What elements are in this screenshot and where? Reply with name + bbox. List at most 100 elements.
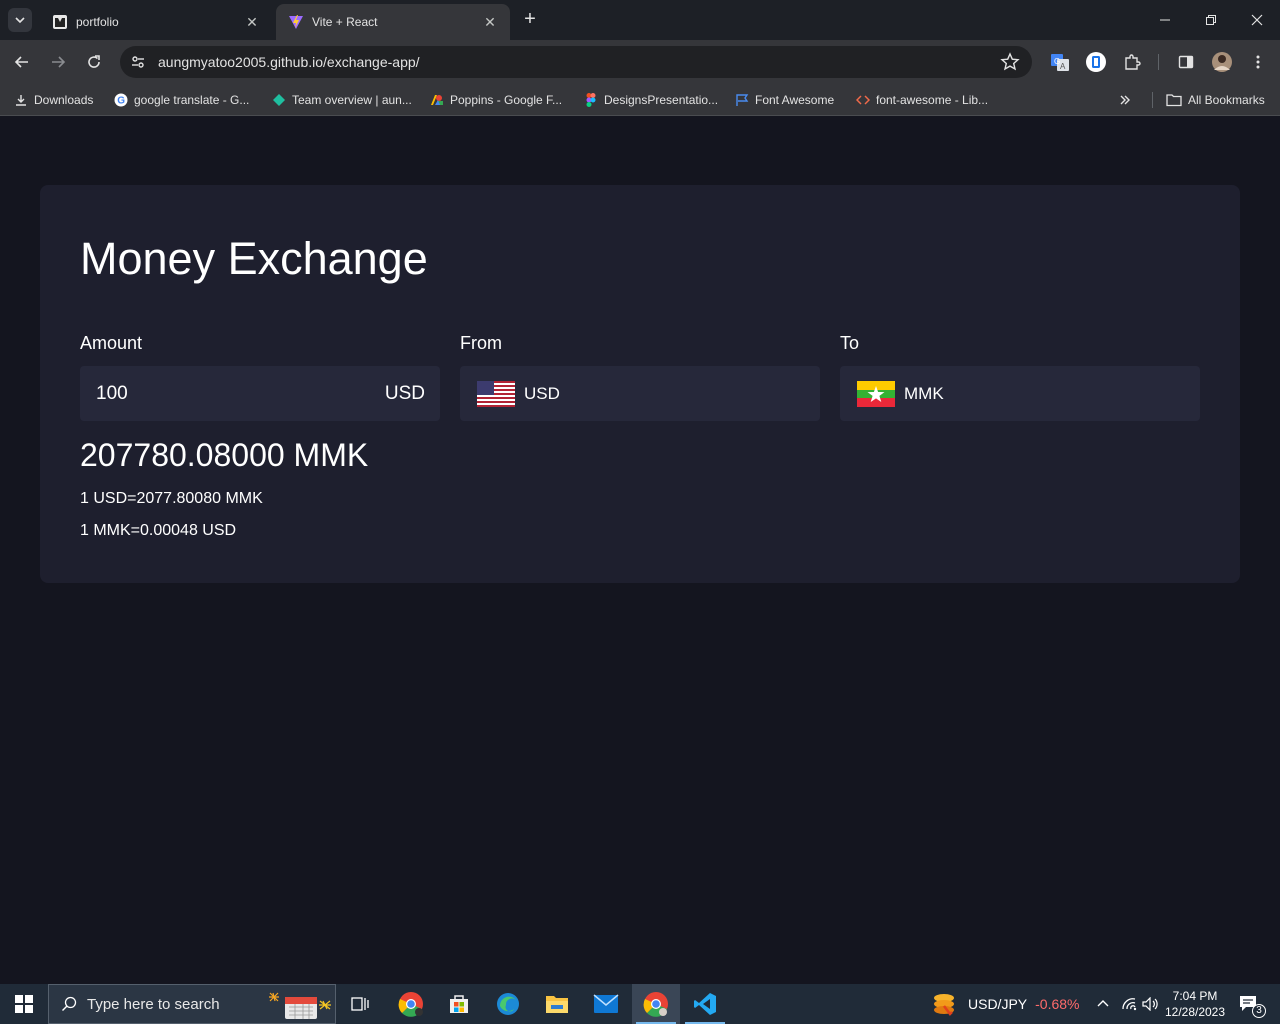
- notification-count-badge: 3: [1252, 1004, 1266, 1018]
- all-bookmarks-label: All Bookmarks: [1188, 93, 1265, 107]
- bookmark-poppins[interactable]: Poppins - Google F...: [430, 90, 562, 110]
- us-flag-icon: [477, 380, 515, 407]
- diamond-icon: [272, 93, 286, 107]
- stock-ticker-widget[interactable]: USD/JPY -0.68%: [930, 984, 1079, 1024]
- arrow-left-icon: [14, 56, 28, 68]
- clock-date: 12/28/2023: [1164, 1005, 1226, 1019]
- myanmar-flag-icon: [857, 380, 895, 407]
- bookmark-star-icon[interactable]: [1000, 52, 1020, 77]
- taskbar-edge[interactable]: [484, 984, 532, 1024]
- windows-taskbar: Type here to search USD/JPY -0.68% 7:04 …: [0, 984, 1280, 1024]
- bookmark-label: Downloads: [34, 93, 94, 107]
- chevron-up-icon: [1097, 1000, 1109, 1007]
- address-bar[interactable]: aungmyatoo2005.github.io/exchange-app/: [120, 46, 1032, 78]
- avatar: [1212, 52, 1232, 72]
- wifi-icon: [1122, 998, 1137, 1011]
- extension-button[interactable]: [1082, 48, 1110, 76]
- forward-button[interactable]: [44, 48, 72, 76]
- figma-icon: [584, 93, 598, 107]
- clock-time: 7:04 PM: [1172, 989, 1218, 1003]
- tab-title: portfolio: [76, 15, 119, 29]
- taskbar-microsoft-store[interactable]: [435, 984, 483, 1024]
- close-icon[interactable]: ✕: [482, 14, 498, 30]
- tab-search-button[interactable]: [8, 8, 32, 32]
- google-translate-extension[interactable]: GA: [1046, 48, 1074, 76]
- bookmark-label: Poppins - Google F...: [450, 93, 563, 107]
- bookmark-font-awesome[interactable]: Font Awesome: [735, 90, 834, 110]
- ticker-change: -0.68%: [1035, 996, 1080, 1012]
- amount-value[interactable]: 100: [96, 383, 385, 405]
- taskbar-search[interactable]: Type here to search: [48, 984, 336, 1024]
- bookmark-google-translate[interactable]: G google translate - G...: [114, 90, 249, 110]
- all-bookmarks-button[interactable]: All Bookmarks: [1166, 90, 1265, 110]
- folder-icon: [1166, 93, 1182, 107]
- start-button[interactable]: [0, 984, 48, 1024]
- double-chevron-right-icon: [1120, 95, 1130, 105]
- close-window-button[interactable]: [1234, 0, 1280, 40]
- close-icon[interactable]: ✕: [244, 14, 260, 30]
- from-currency-value: USD: [524, 383, 560, 403]
- puzzle-icon: [1125, 54, 1141, 70]
- from-currency-select[interactable]: USD: [460, 366, 820, 421]
- more-vertical-icon: [1256, 55, 1260, 69]
- store-icon: [450, 995, 468, 1013]
- to-label: To: [840, 333, 860, 353]
- extensions-menu-button[interactable]: [1118, 48, 1146, 76]
- url-text[interactable]: aungmyatoo2005.github.io/exchange-app/: [158, 54, 420, 70]
- taskbar-mail[interactable]: [582, 984, 630, 1024]
- svg-text:A: A: [1060, 62, 1066, 71]
- search-icon: [62, 996, 77, 1011]
- code-icon: [856, 93, 870, 107]
- clock[interactable]: 7:04 PM 12/28/2023: [1160, 988, 1230, 1020]
- google-fonts-icon: [430, 93, 444, 107]
- bookmark-label: google translate - G...: [134, 93, 250, 107]
- notification-center-button[interactable]: 3: [1234, 984, 1266, 1024]
- bookmark-font-awesome-lib[interactable]: font-awesome - Lib...: [856, 90, 988, 110]
- minimize-icon: [1160, 19, 1170, 21]
- bookmark-label: Team overview | aun...: [292, 93, 412, 107]
- from-label: From: [460, 333, 502, 353]
- amount-currency: USD: [384, 382, 425, 404]
- translate-icon: GA: [1051, 54, 1069, 71]
- task-view-icon: [351, 997, 369, 1011]
- close-icon: [1251, 14, 1263, 26]
- profile-button[interactable]: [1208, 48, 1236, 76]
- bookmark-team-overview[interactable]: Team overview | aun...: [272, 90, 412, 110]
- volume-button[interactable]: [1140, 984, 1160, 1024]
- tab-portfolio[interactable]: portfolio ✕: [40, 4, 272, 40]
- bookmarks-overflow-button[interactable]: [1118, 90, 1132, 110]
- taskbar-chrome-profile[interactable]: [387, 984, 435, 1024]
- taskbar-vscode[interactable]: [681, 984, 729, 1024]
- rate-forward: 1 USD=2077.80080 MMK: [80, 490, 263, 507]
- new-tab-button[interactable]: +: [520, 9, 540, 30]
- speaker-icon: [1142, 997, 1158, 1011]
- amount-label: Amount: [80, 333, 143, 353]
- site-info-button[interactable]: [122, 46, 154, 78]
- bookmark-label: Font Awesome: [755, 93, 835, 107]
- mail-icon: [593, 994, 619, 1013]
- chrome-menu-button[interactable]: [1244, 48, 1272, 76]
- task-view-button[interactable]: [336, 984, 384, 1024]
- bookmark-downloads[interactable]: Downloads: [14, 90, 93, 110]
- reload-button[interactable]: [80, 48, 108, 76]
- minimize-button[interactable]: [1142, 0, 1188, 40]
- bookmark-designs-presentation[interactable]: DesignsPresentatio...: [584, 90, 718, 110]
- bookmarks-divider: [1152, 92, 1153, 108]
- restore-button[interactable]: [1188, 0, 1234, 40]
- amount-input[interactable]: 100 USD: [80, 366, 440, 421]
- taskbar-chrome-active[interactable]: [632, 984, 680, 1024]
- tab-vite-react[interactable]: Vite + React ✕: [276, 4, 510, 40]
- back-button[interactable]: [8, 48, 36, 76]
- to-currency-select[interactable]: MMK: [840, 366, 1200, 421]
- search-placeholder[interactable]: Type here to search: [87, 996, 220, 1013]
- edge-icon: [497, 993, 519, 1015]
- ticker-symbol: USD/JPY: [968, 996, 1028, 1012]
- arrow-right-icon: [52, 56, 66, 68]
- chrome-icon: [643, 992, 668, 1017]
- show-hidden-icons-button[interactable]: [1092, 984, 1114, 1024]
- network-button[interactable]: [1118, 984, 1140, 1024]
- side-panel-button[interactable]: [1172, 48, 1200, 76]
- page-title: Money Exchange: [80, 233, 428, 284]
- toolbar-divider: [1158, 54, 1159, 70]
- taskbar-file-explorer[interactable]: [533, 984, 581, 1024]
